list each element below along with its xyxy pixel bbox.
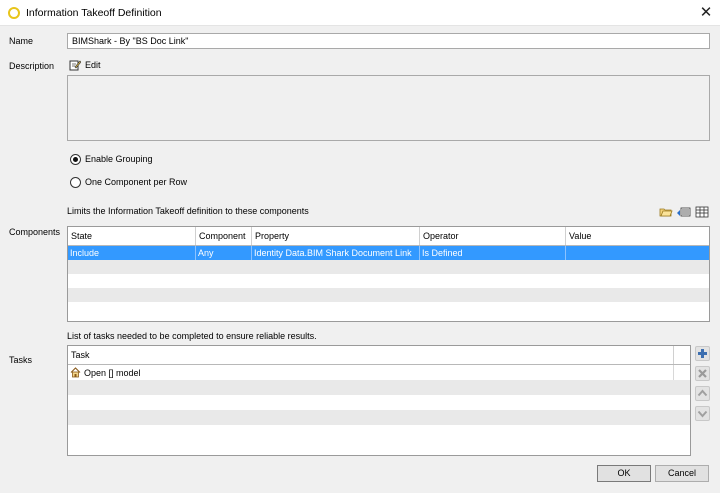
cell-property: Identity Data.BIM Shark Document Link (252, 246, 420, 260)
close-button[interactable]: ✕ (694, 3, 718, 23)
move-up-icon (697, 389, 708, 397)
components-label: Components (9, 227, 61, 237)
radio-indicator (70, 176, 81, 188)
task-cell: Open [] model (68, 365, 674, 380)
task-cell-filler (674, 365, 690, 380)
cell-component: Any (196, 246, 252, 260)
cell-operator: Is Defined (420, 246, 566, 260)
column-header-task[interactable]: Task (68, 346, 674, 364)
house-icon (70, 367, 81, 378)
one-component-per-row-label: One Component per Row (85, 177, 188, 187)
tasks-caption: List of tasks needed to be completed to … (67, 331, 317, 341)
header-filler (674, 346, 690, 364)
table-row-empty (68, 410, 690, 425)
column-header-operator[interactable]: Operator (420, 227, 566, 245)
description-label: Description (9, 61, 55, 71)
open-folder-icon[interactable] (659, 206, 673, 218)
ok-button[interactable]: OK (597, 465, 651, 482)
enable-grouping-radio[interactable]: Enable Grouping (70, 152, 153, 166)
table-row-empty (68, 288, 709, 302)
column-header-component[interactable]: Component (196, 227, 252, 245)
table-row-empty (68, 425, 690, 440)
enable-grouping-label: Enable Grouping (85, 154, 153, 164)
components-caption: Limits the Information Takeoff definitio… (67, 206, 309, 216)
add-task-button[interactable] (695, 346, 710, 361)
move-down-button[interactable] (695, 406, 710, 421)
cell-value (566, 246, 709, 260)
column-header-value[interactable]: Value (566, 227, 709, 245)
table-row-selected[interactable]: Include Any Identity Data.BIM Shark Docu… (68, 246, 709, 260)
title-bar: Information Takeoff Definition ✕ (0, 0, 720, 26)
components-table: State Component Property Operator Value … (67, 226, 710, 322)
delete-icon (698, 369, 707, 378)
edit-label: Edit (85, 60, 101, 70)
tasks-table: Task Open [] model (67, 345, 691, 456)
cancel-button[interactable]: Cancel (655, 465, 709, 482)
tasks-label: Tasks (9, 355, 33, 365)
delete-task-button[interactable] (695, 366, 710, 381)
table-row-empty (68, 395, 690, 410)
task-row[interactable]: Open [] model (68, 365, 690, 380)
name-input[interactable]: BIMShark - By "BS Doc Link" (67, 33, 710, 49)
edit-description-button[interactable]: Edit (69, 59, 101, 71)
one-component-per-row-radio[interactable]: One Component per Row (70, 175, 187, 189)
column-header-state[interactable]: State (68, 227, 196, 245)
name-label: Name (9, 36, 34, 46)
move-down-icon (697, 410, 708, 418)
table-row-empty (68, 260, 709, 274)
window-title: Information Takeoff Definition (26, 7, 162, 19)
components-toolbar (659, 206, 709, 218)
move-up-button[interactable] (695, 386, 710, 401)
app-icon (8, 7, 20, 19)
edit-pencil-icon (69, 60, 81, 71)
add-icon (698, 349, 707, 358)
table-row-empty (68, 302, 709, 316)
list-edit-icon[interactable] (677, 206, 691, 218)
column-header-property[interactable]: Property (252, 227, 420, 245)
tasks-table-header: Task (68, 346, 690, 365)
cell-state: Include (68, 246, 196, 260)
radio-indicator-selected (70, 153, 81, 165)
table-grid-icon[interactable] (695, 206, 709, 218)
task-text: Open [] model (84, 367, 141, 378)
table-row-empty (68, 380, 690, 395)
description-textarea[interactable] (67, 75, 710, 141)
components-table-header: State Component Property Operator Value (68, 227, 709, 246)
table-row-empty (68, 274, 709, 288)
